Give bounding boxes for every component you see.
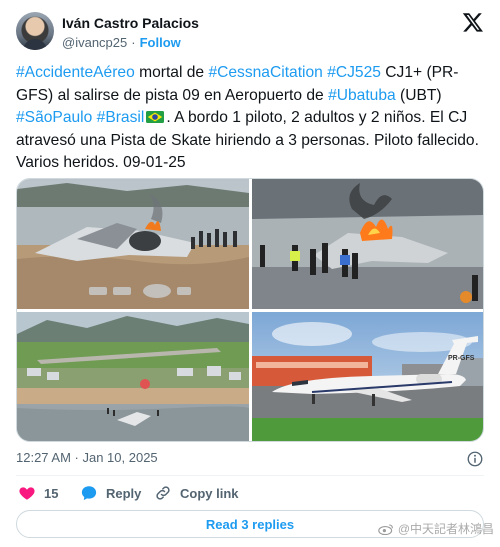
tweet-text: #AccidenteAéreo mortal de #CessnaCitatio… (16, 62, 488, 175)
heart-icon (19, 487, 35, 500)
watermark-text: @中天記者林鴻昌 (397, 522, 494, 536)
brazil-flag-icon (146, 111, 165, 123)
tweet-card: Iván Castro Palacios @ivancp25 · Follow #A… (0, 0, 500, 547)
reply-label: Reply (106, 485, 142, 501)
author-handle[interactable]: @ivancp25 (62, 35, 127, 50)
media-grid[interactable]: PR-GFS (16, 178, 484, 442)
link-icon (156, 486, 170, 500)
hashtag-link[interactable]: #SãoPaulo (16, 109, 92, 126)
registration-label: PR-GFS (448, 355, 475, 362)
burning-wreckage-photo[interactable] (252, 179, 483, 309)
timestamp[interactable]: 12:27 AM · Jan 10, 2025 (16, 450, 158, 465)
aerial-airport-photo[interactable] (17, 312, 249, 441)
copy-link-button[interactable]: Copy link (154, 482, 239, 504)
hashtag-link[interactable]: #CessnaCitation (208, 64, 322, 81)
divider (16, 475, 484, 476)
copy-link-label: Copy link (180, 485, 239, 501)
tweet-meta: 12:27 AM · Jan 10, 2025 (16, 450, 484, 468)
hashtag-link[interactable]: #Ubatuba (328, 87, 396, 104)
x-logo-icon[interactable] (462, 11, 484, 33)
separator-dot: · (131, 35, 136, 50)
tweet-header: Iván Castro Palacios @ivancp25 · Follow (16, 10, 484, 54)
cessna-citation-jet-photo[interactable]: PR-GFS (252, 312, 483, 441)
reply-button[interactable]: Reply (80, 482, 141, 504)
like-count: 15 (44, 485, 59, 501)
follow-button[interactable]: Follow (140, 35, 181, 50)
tweet-text-segment: mortal de (134, 64, 209, 81)
hashtag-link[interactable]: #Brasil (97, 109, 145, 126)
like-button[interactable]: 15 (18, 482, 58, 504)
hashtag-link[interactable]: #CJ525 (327, 64, 381, 81)
reply-icon (81, 486, 97, 501)
watermark: @中天記者林鴻昌 (378, 520, 494, 537)
tweet-text-segment: (UBT) (395, 86, 442, 104)
hashtag-link[interactable]: #AccidenteAéreo (16, 64, 135, 81)
weibo-logo-icon (378, 523, 393, 535)
author-handle-row: @ivancp25 · Follow (62, 35, 181, 50)
avatar[interactable] (16, 12, 54, 50)
author-name[interactable]: Iván Castro Palacios (62, 15, 199, 31)
info-icon[interactable] (466, 450, 484, 468)
wreckage-on-beach-photo[interactable] (17, 179, 249, 309)
